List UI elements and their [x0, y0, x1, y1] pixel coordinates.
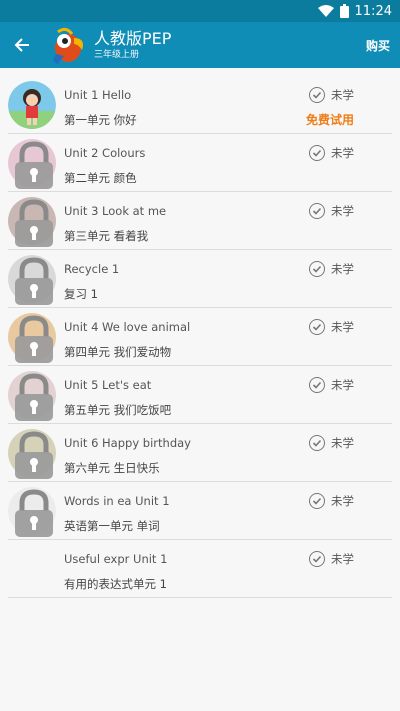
- study-status: 未学: [309, 203, 354, 219]
- page-title: 人教版PEP: [94, 29, 172, 48]
- lock-icon: [15, 430, 53, 479]
- study-status-label: 未学: [331, 552, 354, 566]
- back-button[interactable]: [0, 22, 44, 68]
- unit-chinese-title: 第六单元 生日快乐: [64, 461, 160, 475]
- unit-thumbnail-locked: [8, 486, 56, 537]
- check-circle-icon: [309, 87, 325, 103]
- unit-thumbnail-empty: [8, 545, 56, 593]
- unit-info: Recycle 1 复习 1 未学: [64, 250, 392, 307]
- unit-list: Unit 1 Hello 第一单元 你好 未学 免费试用 Unit 2 Colours 第…: [8, 76, 392, 598]
- study-status-label: 未学: [331, 494, 354, 508]
- app-bar: 人教版PEP 三年级上册 购买: [0, 22, 400, 68]
- unit-chinese-title: 第一单元 你好: [64, 113, 137, 127]
- unit-thumbnail-locked: [8, 312, 56, 363]
- study-status: 未学: [309, 493, 354, 509]
- lock-icon: [15, 256, 53, 305]
- unit-info: Useful expr Unit 1 有用的表达式单元 1 未学: [64, 540, 392, 597]
- lock-icon: [15, 198, 53, 247]
- battery-icon: [339, 4, 349, 18]
- lock-icon: [15, 488, 53, 537]
- unit-info: Unit 6 Happy birthday 第六单元 生日快乐 未学: [64, 424, 392, 481]
- lock-icon: [15, 314, 53, 363]
- study-status: 未学: [309, 435, 354, 451]
- unit-thumbnail-locked: [8, 196, 56, 247]
- unit-row[interactable]: Unit 6 Happy birthday 第六单元 生日快乐 未学: [8, 424, 392, 482]
- page-subtitle: 三年级上册: [94, 50, 140, 60]
- study-status-label: 未学: [331, 320, 354, 334]
- arrow-left-icon: [14, 38, 29, 52]
- unit-row[interactable]: Unit 3 Look at me 第三单元 看着我 未学: [8, 192, 392, 250]
- check-circle-icon: [309, 261, 325, 277]
- unit-chinese-title: 有用的表达式单元 1: [64, 577, 167, 591]
- unit-row[interactable]: Unit 1 Hello 第一单元 你好 未学免费试用: [8, 76, 392, 134]
- check-circle-icon: [309, 551, 325, 567]
- unit-title: Words in ea Unit 1: [64, 494, 170, 508]
- unit-info: Unit 4 We love animal 第四单元 我们爱动物 未学: [64, 308, 392, 365]
- study-status-label: 未学: [331, 146, 354, 160]
- study-status: 未学: [309, 551, 354, 567]
- check-circle-icon: [309, 203, 325, 219]
- unit-title: Unit 6 Happy birthday: [64, 436, 191, 450]
- unit-info: Unit 1 Hello 第一单元 你好 未学免费试用: [64, 76, 392, 133]
- study-status: 未学: [309, 261, 354, 277]
- unit-chinese-title: 第二单元 颜色: [64, 171, 137, 185]
- check-circle-icon: [309, 145, 325, 161]
- study-status: 未学: [309, 87, 354, 103]
- check-circle-icon: [309, 319, 325, 335]
- unit-title: Recycle 1: [64, 262, 120, 276]
- parrot-logo: [53, 27, 83, 64]
- study-status-label: 未学: [331, 378, 354, 392]
- unit-info: Unit 3 Look at me 第三单元 看着我 未学: [64, 192, 392, 249]
- unit-info: Unit 5 Let's eat 第五单元 我们吃饭吧 未学: [64, 366, 392, 423]
- unit-row[interactable]: Unit 2 Colours 第二单元 颜色 未学: [8, 134, 392, 192]
- unit-title: Unit 5 Let's eat: [64, 378, 152, 392]
- unit-thumbnail-locked: [8, 428, 56, 479]
- girl-avatar-icon: [8, 80, 56, 129]
- study-status: 未学: [309, 145, 354, 161]
- unit-thumbnail: [8, 80, 56, 129]
- unit-title: Unit 1 Hello: [64, 88, 132, 102]
- unit-info: Unit 2 Colours 第二单元 颜色 未学: [64, 134, 392, 191]
- lock-icon: [15, 140, 53, 189]
- study-status: 未学: [309, 377, 354, 393]
- unit-row[interactable]: Useful expr Unit 1 有用的表达式单元 1 未学: [8, 540, 392, 598]
- status-time: 11:24: [354, 3, 392, 19]
- unit-title: Unit 3 Look at me: [64, 204, 167, 218]
- unit-chinese-title: 第四单元 我们爱动物: [64, 345, 172, 359]
- check-circle-icon: [309, 435, 325, 451]
- unit-chinese-title: 英语第一单元 单词: [64, 519, 160, 533]
- check-circle-icon: [309, 493, 325, 509]
- wifi-icon: [317, 5, 334, 17]
- check-circle-icon: [309, 377, 325, 393]
- unit-title: Unit 4 We love animal: [64, 320, 191, 334]
- unit-title: Useful expr Unit 1: [64, 552, 168, 566]
- unit-row[interactable]: Unit 5 Let's eat 第五单元 我们吃饭吧 未学: [8, 366, 392, 424]
- unit-row[interactable]: Words in ea Unit 1 英语第一单元 单词 未学: [8, 482, 392, 540]
- unit-thumbnail-locked: [8, 138, 56, 189]
- study-status-label: 未学: [331, 436, 354, 450]
- unit-chinese-title: 第三单元 看着我: [64, 229, 149, 243]
- study-status-label: 未学: [331, 88, 354, 102]
- unit-thumbnail-locked: [8, 254, 56, 305]
- status-bar: 11:24: [0, 0, 400, 22]
- lock-icon: [15, 372, 53, 421]
- study-status-label: 未学: [331, 204, 354, 218]
- unit-chinese-title: 复习 1: [64, 287, 98, 301]
- unit-thumbnail-locked: [8, 370, 56, 421]
- unit-info: Words in ea Unit 1 英语第一单元 单词 未学: [64, 482, 392, 539]
- study-status: 未学: [309, 319, 354, 335]
- free-trial-link[interactable]: 免费试用: [306, 111, 354, 128]
- buy-button[interactable]: 购买: [366, 37, 390, 54]
- study-status-label: 未学: [331, 262, 354, 276]
- unit-row[interactable]: Unit 4 We love animal 第四单元 我们爱动物 未学: [8, 308, 392, 366]
- unit-row[interactable]: Recycle 1 复习 1 未学: [8, 250, 392, 308]
- unit-chinese-title: 第五单元 我们吃饭吧: [64, 403, 172, 417]
- unit-title: Unit 2 Colours: [64, 146, 146, 160]
